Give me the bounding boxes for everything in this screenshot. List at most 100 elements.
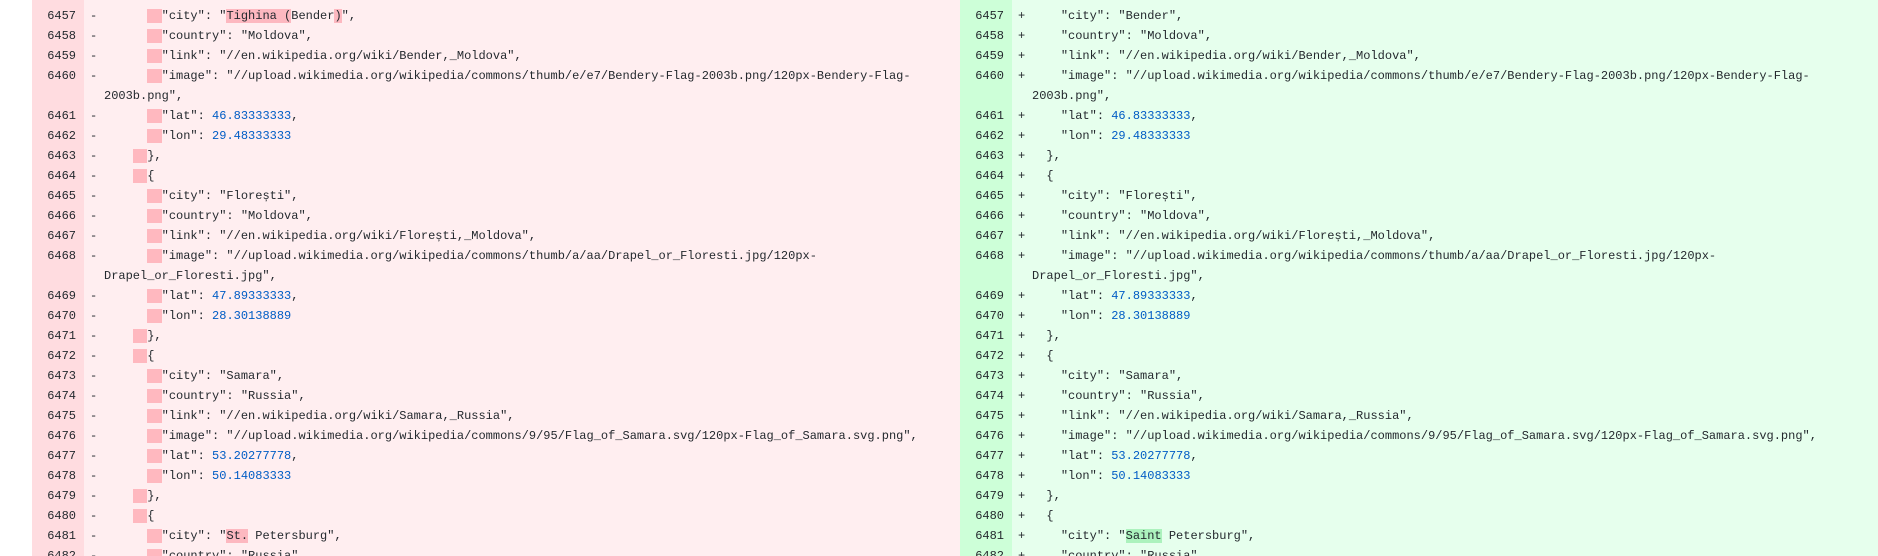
line-number[interactable]: 6472 bbox=[960, 346, 1012, 366]
diff-line[interactable]: 6466 + "country": "Moldova", bbox=[960, 206, 1878, 226]
line-number[interactable]: 6470 bbox=[32, 306, 84, 326]
line-number[interactable]: 6481 bbox=[960, 526, 1012, 546]
diff-line[interactable]: 6464- { bbox=[32, 166, 960, 186]
diff-line[interactable]: 6468- "image": "//upload.wikimedia.org/w… bbox=[32, 246, 960, 286]
diff-line[interactable]: 6474 + "country": "Russia", bbox=[960, 386, 1878, 406]
diff-line[interactable]: 6462- "lon": 29.48333333 bbox=[32, 126, 960, 146]
diff-line[interactable]: 6473 + "city": "Samara", bbox=[960, 366, 1878, 386]
line-number[interactable]: 6479 bbox=[960, 486, 1012, 506]
diff-line[interactable]: 6476- "image": "//upload.wikimedia.org/w… bbox=[32, 426, 960, 446]
diff-line[interactable]: 6465- "city": "Florești", bbox=[32, 186, 960, 206]
diff-line[interactable]: 6472 + { bbox=[960, 346, 1878, 366]
line-number[interactable]: 6460 bbox=[32, 66, 84, 86]
line-number[interactable]: 6476 bbox=[960, 426, 1012, 446]
line-number[interactable]: 6481 bbox=[32, 526, 84, 546]
line-number[interactable]: 6482 bbox=[960, 546, 1012, 556]
diff-line[interactable]: 6477 + "lat": 53.20277778, bbox=[960, 446, 1878, 466]
line-number[interactable]: 6482 bbox=[32, 546, 84, 556]
diff-line[interactable]: 6479 + }, bbox=[960, 486, 1878, 506]
diff-line[interactable]: 6480 + { bbox=[960, 506, 1878, 526]
diff-line[interactable]: 6470- "lon": 28.30138889 bbox=[32, 306, 960, 326]
line-number[interactable]: 6462 bbox=[960, 126, 1012, 146]
diff-line[interactable]: 6471 + }, bbox=[960, 326, 1878, 346]
diff-line[interactable]: 6482 + "country": "Russia", bbox=[960, 546, 1878, 556]
line-number[interactable]: 6478 bbox=[32, 466, 84, 486]
line-number[interactable]: 6466 bbox=[32, 206, 84, 226]
diff-line[interactable]: 6463- }, bbox=[32, 146, 960, 166]
diff-line[interactable]: 6469 + "lat": 47.89333333, bbox=[960, 286, 1878, 306]
line-number[interactable]: 6468 bbox=[32, 246, 84, 266]
line-number[interactable]: 6478 bbox=[960, 466, 1012, 486]
diff-line[interactable]: 6461 + "lat": 46.83333333, bbox=[960, 106, 1878, 126]
diff-line[interactable]: 6470 + "lon": 28.30138889 bbox=[960, 306, 1878, 326]
diff-line[interactable]: 6459 + "link": "//en.wikipedia.org/wiki/B… bbox=[960, 46, 1878, 66]
line-number[interactable]: 6468 bbox=[960, 246, 1012, 266]
line-number[interactable]: 6464 bbox=[960, 166, 1012, 186]
diff-line[interactable]: 6478- "lon": 50.14083333 bbox=[32, 466, 960, 486]
line-number[interactable]: 6477 bbox=[32, 446, 84, 466]
line-number[interactable]: 6463 bbox=[960, 146, 1012, 166]
line-number[interactable]: 6480 bbox=[960, 506, 1012, 526]
diff-line[interactable]: 6466- "country": "Moldova", bbox=[32, 206, 960, 226]
line-number[interactable]: 6467 bbox=[960, 226, 1012, 246]
line-number[interactable]: 6469 bbox=[32, 286, 84, 306]
line-number[interactable]: 6467 bbox=[32, 226, 84, 246]
diff-line[interactable]: 6467- "link": "//en.wikipedia.org/wiki/F… bbox=[32, 226, 960, 246]
diff-line[interactable]: 6458- "country": "Moldova", bbox=[32, 26, 960, 46]
diff-line[interactable]: 6460 + "image": "//upload.wikimedia.org/w… bbox=[960, 66, 1878, 106]
line-number[interactable]: 6466 bbox=[960, 206, 1012, 226]
line-number[interactable]: 6458 bbox=[960, 26, 1012, 46]
diff-line[interactable]: 6458 + "country": "Moldova", bbox=[960, 26, 1878, 46]
line-number[interactable]: 6471 bbox=[32, 326, 84, 346]
line-number[interactable]: 6461 bbox=[960, 106, 1012, 126]
diff-line[interactable]: 6473- "city": "Samara", bbox=[32, 366, 960, 386]
line-number[interactable]: 6462 bbox=[32, 126, 84, 146]
diff-line[interactable]: 6479- }, bbox=[32, 486, 960, 506]
diff-line[interactable]: 6457- "city": "Tighina (Bender)", bbox=[32, 6, 960, 26]
line-number[interactable]: 6461 bbox=[32, 106, 84, 126]
diff-line[interactable]: 6460- "image": "//upload.wikimedia.org/w… bbox=[32, 66, 960, 106]
diff-line[interactable]: 6464 + { bbox=[960, 166, 1878, 186]
line-number[interactable]: 6469 bbox=[960, 286, 1012, 306]
line-number[interactable]: 6474 bbox=[960, 386, 1012, 406]
line-number[interactable]: 6457 bbox=[32, 6, 84, 26]
line-number[interactable]: 6471 bbox=[960, 326, 1012, 346]
diff-line[interactable]: 6468 + "image": "//upload.wikimedia.org/w… bbox=[960, 246, 1878, 286]
diff-line[interactable]: 6472- { bbox=[32, 346, 960, 366]
diff-line[interactable]: 6476 + "image": "//upload.wikimedia.org/w… bbox=[960, 426, 1878, 446]
diff-line[interactable]: 6481- "city": "St. Petersburg", bbox=[32, 526, 960, 546]
line-number[interactable]: 6465 bbox=[960, 186, 1012, 206]
line-number[interactable]: 6464 bbox=[32, 166, 84, 186]
line-number[interactable]: 6476 bbox=[32, 426, 84, 446]
diff-line[interactable]: 6465 + "city": "Florești", bbox=[960, 186, 1878, 206]
diff-line[interactable]: 6457 + "city": "Bender", bbox=[960, 6, 1878, 26]
diff-line[interactable]: 6480- { bbox=[32, 506, 960, 526]
diff-line[interactable]: 6463 + }, bbox=[960, 146, 1878, 166]
diff-line[interactable]: 6475- "link": "//en.wikipedia.org/wiki/S… bbox=[32, 406, 960, 426]
diff-line[interactable]: 6469- "lat": 47.89333333, bbox=[32, 286, 960, 306]
line-number[interactable]: 6470 bbox=[960, 306, 1012, 326]
diff-line[interactable]: 6475 + "link": "//en.wikipedia.org/wiki/S… bbox=[960, 406, 1878, 426]
diff-line[interactable]: 6467 + "link": "//en.wikipedia.org/wiki/F… bbox=[960, 226, 1878, 246]
line-number[interactable]: 6474 bbox=[32, 386, 84, 406]
diff-line[interactable]: 6462 + "lon": 29.48333333 bbox=[960, 126, 1878, 146]
diff-line[interactable]: 6459- "link": "//en.wikipedia.org/wiki/B… bbox=[32, 46, 960, 66]
line-number[interactable]: 6463 bbox=[32, 146, 84, 166]
line-number[interactable]: 6480 bbox=[32, 506, 84, 526]
line-number[interactable]: 6457 bbox=[960, 6, 1012, 26]
diff-line[interactable]: 6481 + "city": "Saint Petersburg", bbox=[960, 526, 1878, 546]
line-number[interactable]: 6458 bbox=[32, 26, 84, 46]
line-number[interactable]: 6460 bbox=[960, 66, 1012, 86]
line-number[interactable]: 6459 bbox=[960, 46, 1012, 66]
diff-line[interactable]: 6478 + "lon": 50.14083333 bbox=[960, 466, 1878, 486]
line-number[interactable]: 6472 bbox=[32, 346, 84, 366]
line-number[interactable]: 6473 bbox=[32, 366, 84, 386]
diff-line[interactable]: 6461- "lat": 46.83333333, bbox=[32, 106, 960, 126]
diff-line[interactable]: 6471- }, bbox=[32, 326, 960, 346]
line-number[interactable]: 6465 bbox=[32, 186, 84, 206]
line-number[interactable]: 6475 bbox=[960, 406, 1012, 426]
diff-line[interactable]: 6477- "lat": 53.20277778, bbox=[32, 446, 960, 466]
line-number[interactable]: 6459 bbox=[32, 46, 84, 66]
diff-line[interactable]: 6482- "country": "Russia", bbox=[32, 546, 960, 556]
line-number[interactable]: 6475 bbox=[32, 406, 84, 426]
